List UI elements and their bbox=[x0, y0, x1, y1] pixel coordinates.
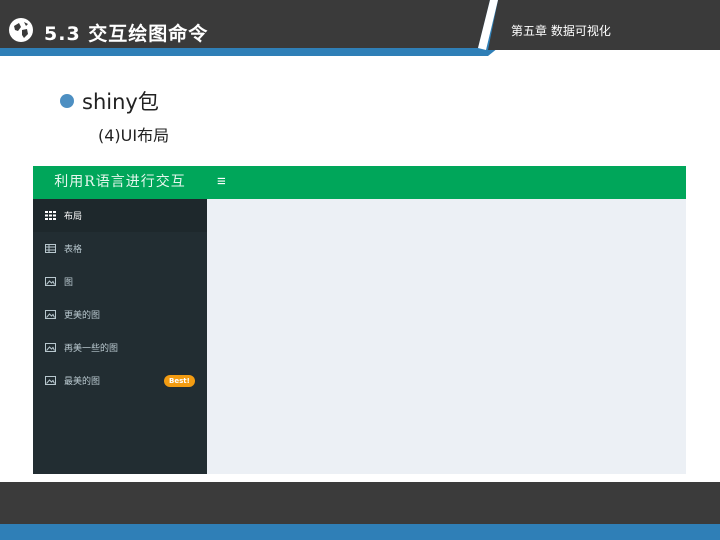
subheading: (4)UI布局 bbox=[98, 126, 170, 145]
sidebar-item-layout[interactable]: 布局 bbox=[33, 199, 207, 232]
footer-accent-band bbox=[0, 524, 720, 540]
table-icon bbox=[45, 244, 56, 253]
slide-title: 5.3 交互绘图命令 bbox=[44, 23, 209, 45]
sidebar-item-table[interactable]: 表格 bbox=[33, 232, 207, 265]
bullet-item: shiny包 bbox=[60, 86, 159, 116]
bullet-dot-icon bbox=[60, 94, 74, 108]
globe-icon bbox=[9, 18, 33, 42]
chapter-label: 第五章 数据可视化 bbox=[511, 24, 611, 38]
sidebar-item-plot[interactable]: 图 bbox=[33, 265, 207, 298]
best-badge: Best! bbox=[164, 374, 195, 387]
image-icon bbox=[45, 277, 56, 286]
dashboard-screenshot: 利用R语言进行交互 ≡ 布局 表格 图 更美的图 再美一些的图 最美的图 Bes… bbox=[26, 154, 696, 482]
slide-header: 5.3 交互绘图命令 第五章 数据可视化 bbox=[0, 0, 720, 56]
bullet-text: shiny包 bbox=[82, 90, 159, 114]
image-icon bbox=[45, 310, 56, 319]
sidebar-item-nicer-plot[interactable]: 更美的图 bbox=[33, 298, 207, 331]
sidebar-item-label: 图 bbox=[64, 278, 74, 288]
dashboard-topbar: ≡ bbox=[207, 166, 686, 199]
th-icon bbox=[45, 211, 56, 220]
sidebar-item-nicest-plot[interactable]: 最美的图 Best! bbox=[33, 364, 207, 397]
sidebar-item-even-nicer-plot[interactable]: 再美一些的图 bbox=[33, 331, 207, 364]
hamburger-icon[interactable]: ≡ bbox=[217, 173, 226, 191]
dashboard-content bbox=[207, 199, 686, 474]
dashboard-sidebar: 布局 表格 图 更美的图 再美一些的图 最美的图 Best! bbox=[33, 199, 207, 474]
image-icon bbox=[45, 376, 56, 385]
dashboard-brand: 利用R语言进行交互 bbox=[33, 166, 207, 199]
image-icon bbox=[45, 343, 56, 352]
sidebar-item-label: 表格 bbox=[64, 245, 83, 255]
shiny-dashboard: 利用R语言进行交互 ≡ 布局 表格 图 更美的图 再美一些的图 最美的图 Bes… bbox=[33, 166, 686, 474]
sidebar-item-label: 最美的图 bbox=[64, 377, 101, 387]
footer-band bbox=[0, 482, 720, 524]
sidebar-item-label: 更美的图 bbox=[64, 311, 101, 321]
sidebar-item-label: 布局 bbox=[64, 212, 83, 222]
sidebar-item-label: 再美一些的图 bbox=[64, 344, 119, 354]
